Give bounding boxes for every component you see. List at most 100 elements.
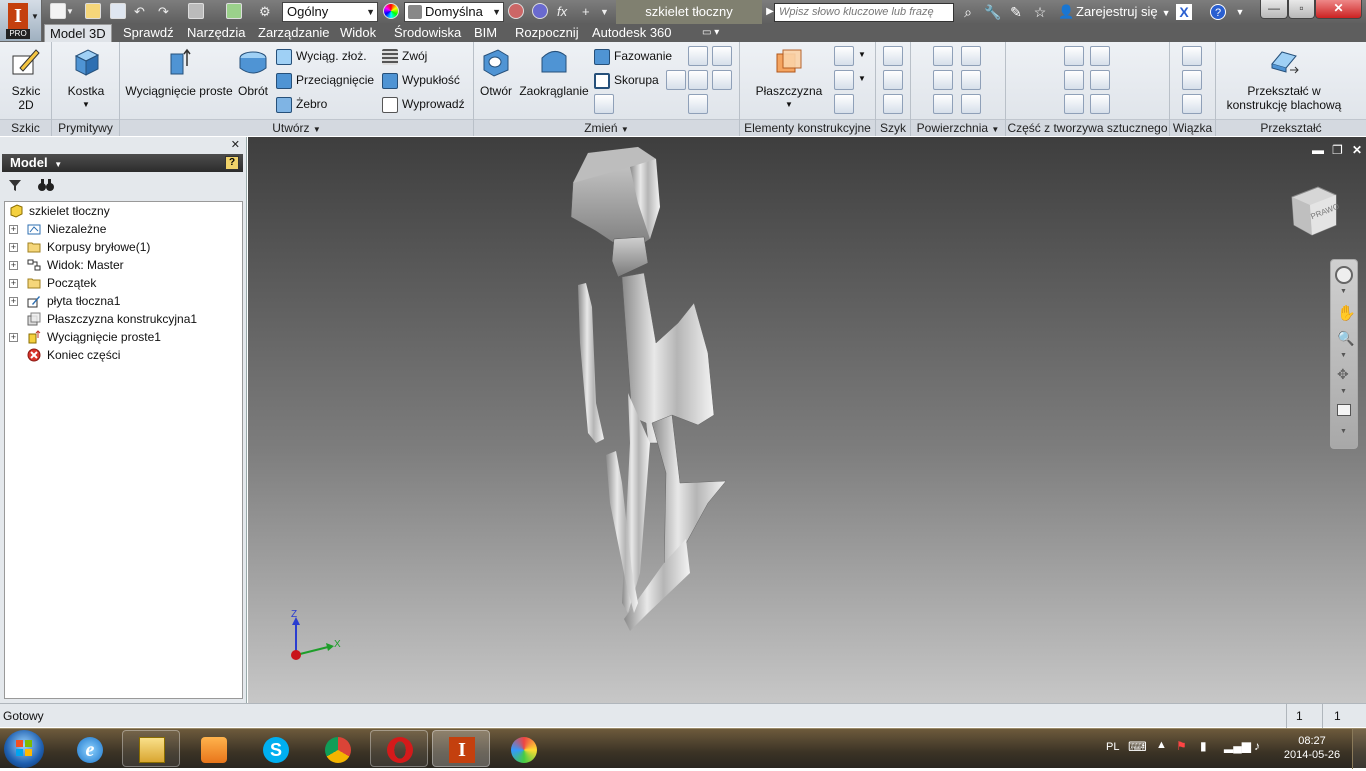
tree-node-widok[interactable]: + Widok: Master — [5, 256, 240, 274]
axis-dropdown-icon[interactable]: ▼ — [858, 50, 866, 59]
panel-title-modify[interactable]: Zmień ▼ — [474, 119, 739, 136]
stitch-icon[interactable] — [933, 70, 953, 90]
taskbar-opera[interactable] — [370, 730, 428, 767]
rest-icon[interactable] — [1090, 70, 1110, 90]
look-at-icon[interactable] — [1337, 404, 1351, 416]
expand-icon[interactable]: + — [9, 243, 18, 252]
taskbar-skype[interactable]: S — [246, 730, 304, 767]
sweep-button[interactable]: Przeciągnięcie — [276, 70, 374, 90]
expand-icon[interactable]: + — [9, 333, 18, 342]
function-icon[interactable]: fx — [557, 3, 567, 21]
taskbar-paint[interactable] — [494, 730, 552, 767]
tab-widok[interactable]: Widok — [335, 24, 381, 42]
start-button[interactable] — [4, 730, 44, 768]
mirror-icon[interactable] — [883, 94, 903, 114]
move-bodies-icon[interactable] — [688, 94, 708, 114]
fillet-button[interactable]: Zaokrąglanie — [518, 46, 590, 98]
tree-node-niezalezne[interactable]: + Niezależne — [5, 220, 240, 238]
taskbar-chrome[interactable] — [308, 730, 366, 767]
expand-icon[interactable]: + — [9, 297, 18, 306]
tree-node-plyta[interactable]: + płyta tłoczna1 — [5, 292, 240, 310]
tab-srodowiska[interactable]: Środowiska — [389, 24, 466, 42]
tab-bim[interactable]: BIM — [469, 24, 502, 42]
viewport-restore-icon[interactable]: ❐ — [1332, 143, 1343, 157]
loft-button[interactable]: Wyciąg. złoż. — [276, 46, 367, 66]
revolve-button[interactable]: Obrót — [234, 46, 272, 98]
tree-node-korpusy[interactable]: + Korpusy bryłowe(1) — [5, 238, 240, 256]
maximize-button[interactable]: ▫ — [1288, 0, 1315, 19]
thread-icon[interactable] — [666, 70, 686, 90]
browser-help-icon[interactable]: ? — [225, 156, 239, 170]
steering-wheel-icon[interactable] — [1335, 266, 1353, 284]
extrude-button[interactable]: Wyciągnięcie proste — [124, 46, 234, 98]
adjust-appearance-icon[interactable] — [508, 3, 524, 21]
clock[interactable]: 08:27 2014-05-26 — [1278, 734, 1346, 762]
rectangular-pattern-icon[interactable] — [883, 46, 903, 66]
plus-icon[interactable]: + — [582, 3, 590, 21]
binoculars-icon[interactable]: ⌕ — [960, 4, 976, 20]
tab-zarzadzanie[interactable]: Zarządzanie — [253, 24, 335, 42]
viewcube[interactable]: PRAWO — [1288, 185, 1341, 237]
box-primitive-button[interactable]: Kostka ▼ — [64, 46, 108, 112]
appearance-combo[interactable]: Domyślna ▼ — [404, 2, 504, 22]
circular-pattern-icon[interactable] — [883, 70, 903, 90]
boss-icon[interactable] — [1064, 70, 1084, 90]
chamfer-button[interactable]: Fazowanie — [594, 46, 672, 66]
delete-face-icon[interactable] — [961, 94, 981, 114]
orbit-dropdown-icon[interactable]: ▼ — [1340, 388, 1347, 395]
shell-button[interactable]: Skorupa — [594, 70, 659, 90]
ucs-icon[interactable] — [834, 94, 854, 114]
viewport-minimize-icon[interactable]: ▬ — [1312, 143, 1324, 157]
panel-title-surface[interactable]: Powierzchnia ▼ — [911, 119, 1005, 136]
redo-icon[interactable]: ↷ — [158, 3, 169, 21]
tab-model-3d[interactable]: Model 3D — [44, 24, 112, 42]
new-dropdown-icon[interactable]: ▼ — [66, 3, 74, 21]
undo-icon[interactable]: ↶ — [134, 3, 145, 21]
print-icon[interactable] — [188, 3, 204, 21]
tab-rozpocznij[interactable]: Rozpocznij — [510, 24, 584, 42]
grill-icon[interactable] — [1064, 46, 1084, 66]
copy-object-icon[interactable] — [712, 70, 732, 90]
action-center-icon[interactable]: ⚑ — [1176, 739, 1187, 753]
clear-appearance-icon[interactable] — [532, 3, 548, 21]
save-icon[interactable] — [110, 3, 126, 21]
tree-node-poczatek[interactable]: + Początek — [5, 274, 240, 292]
work-point-icon[interactable] — [834, 70, 854, 90]
find-binoculars-icon[interactable] — [38, 178, 54, 192]
steering-dropdown-icon[interactable]: ▼ — [1340, 288, 1347, 295]
help-icon[interactable]: ? — [1210, 4, 1226, 20]
browser-header[interactable]: Model ▼ ? — [2, 154, 243, 172]
material-combo[interactable]: Ogólny ▼ — [282, 2, 378, 22]
sculpt-icon[interactable] — [961, 70, 981, 90]
exchange-apps-icon[interactable]: X — [1176, 4, 1192, 20]
application-menu-button[interactable]: I PRO ▼ — [0, 0, 42, 42]
zoom-icon[interactable]: 🔍 — [1337, 330, 1354, 347]
graphics-viewport[interactable]: ▬ ❐ ✕ Z X PRAWO ▼ ✋ 🔍 ▼ ✥ ▼ ▼ — [248, 137, 1366, 703]
qat-customize-icon[interactable]: ▼ — [600, 3, 609, 21]
minimize-button[interactable]: — — [1260, 0, 1288, 19]
3d-model[interactable] — [568, 143, 738, 638]
language-indicator[interactable]: PL — [1106, 741, 1119, 753]
taskbar-inventor[interactable]: I — [432, 730, 490, 767]
new-file-icon[interactable] — [50, 3, 66, 21]
help-dropdown-icon[interactable]: ▼ — [1232, 4, 1248, 20]
ribbon-minimize-icon[interactable]: ▭ ▾ — [697, 24, 724, 42]
update-icon[interactable] — [226, 3, 242, 21]
coil-button[interactable]: Zwój — [382, 46, 427, 66]
emboss-button[interactable]: Wypukłość — [382, 70, 460, 90]
rule-fillet-icon[interactable] — [1064, 94, 1084, 114]
viewport-close-icon[interactable]: ✕ — [1352, 143, 1362, 157]
favorites-star-icon[interactable]: ☆ — [1032, 4, 1048, 20]
plane-button[interactable]: Płaszczyzna ▼ — [754, 46, 824, 112]
pan-hand-icon[interactable]: ✋ — [1337, 304, 1356, 322]
sketch-2d-button[interactable]: Szkic 2D — [4, 46, 48, 112]
convert-to-sheet-metal-button[interactable]: Przekształć w konstrukcję blachową — [1220, 46, 1348, 112]
keyboard-icon[interactable]: ⌨ — [1128, 739, 1147, 755]
work-axis-icon[interactable] — [834, 46, 854, 66]
thicken-icon[interactable] — [933, 46, 953, 66]
boundary-patch-icon[interactable] — [961, 46, 981, 66]
browser-close-icon[interactable]: ✕ — [231, 138, 240, 151]
panel-title-create[interactable]: Utwórz ▼ — [120, 119, 473, 136]
volume-icon[interactable]: ♪ — [1254, 739, 1260, 753]
move-face-icon[interactable] — [688, 70, 708, 90]
